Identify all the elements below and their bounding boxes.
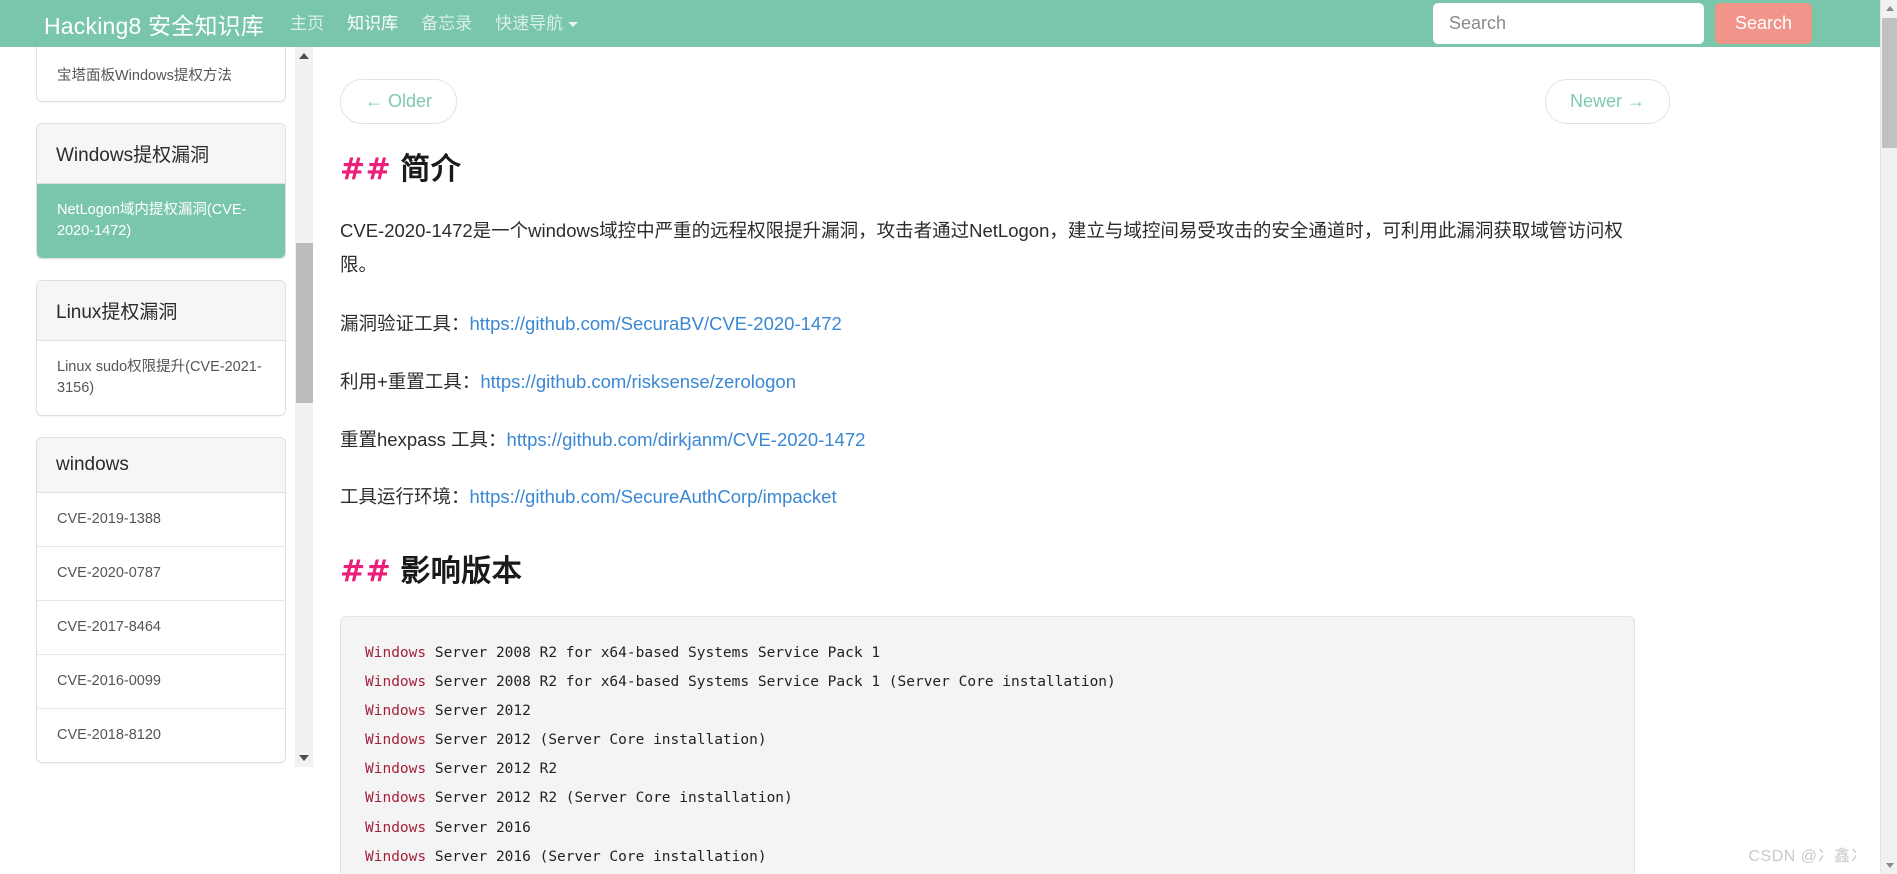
code-line: Windows Server 2012 (Server Core install…	[365, 726, 1610, 755]
tool-link-row-hexpass: 重置hexpass 工具：https://github.com/dirkjanm…	[340, 425, 1670, 455]
code-line-text: Server 2012	[426, 702, 531, 719]
sidebar-scroll-up-arrow-icon[interactable]	[295, 47, 313, 65]
code-line-text: Server 2008 R2 for x64-based Systems Ser…	[426, 673, 1116, 690]
browser-scrollbar[interactable]	[1880, 0, 1897, 874]
chevron-down-icon	[568, 22, 579, 27]
code-line-text: Server 2016 (Server Core installation)	[426, 848, 767, 865]
sidebar-card-header-windows: windows	[37, 438, 285, 494]
code-keyword: Windows	[365, 761, 427, 778]
csdn-watermark: CSDN @冫鑫冫	[1748, 848, 1867, 865]
code-line: Windows Server 2016 (Server Core install…	[365, 843, 1610, 872]
pager: ← Older Newer →	[340, 79, 1670, 124]
nav-link-quick-nav[interactable]: 快速导航	[495, 0, 579, 47]
code-line: Windows Server 2008 R2 for x64-based Sys…	[365, 668, 1610, 697]
sidebar-item-netlogon-cve-2020-1472[interactable]: NetLogon域内提权漏洞(CVE-2020-1472)	[37, 184, 285, 259]
tool-link-row-exploit-reset: 利用+重置工具：https://github.com/risksense/zer…	[340, 367, 1670, 397]
nav-search-group: Search	[1432, 3, 1880, 44]
tool-link-exploit-reset[interactable]: https://github.com/risksense/zerologon	[480, 371, 796, 392]
affected-versions-code-block: Windows Server 2008 R2 for x64-based Sys…	[340, 615, 1635, 874]
code-keyword: Windows	[365, 702, 427, 719]
code-line-text: Server 2012 (Server Core installation)	[426, 732, 767, 749]
tool-link-label-verify: 漏洞验证工具：	[340, 313, 470, 335]
heading-hash-prefix: ##	[340, 152, 392, 187]
heading-text: 简介	[400, 153, 462, 186]
sidebar-card-linux-privesc: Linux提权漏洞 Linux sudo权限提升(CVE-2021-3156)	[36, 280, 286, 417]
nav-link-memo[interactable]: 备忘录	[421, 0, 472, 47]
sidebar-scroll-content: 宝塔面板Windows提权方法 Windows提权漏洞 NetLogon域内提权…	[36, 47, 286, 784]
tool-link-runtime[interactable]: https://github.com/SecureAuthCorp/impack…	[470, 486, 837, 507]
heading-hash-prefix-2: ##	[340, 553, 392, 589]
tool-link-label-hexpass: 重置hexpass 工具：	[340, 428, 507, 450]
newer-button[interactable]: Newer →	[1544, 79, 1670, 124]
scroll-up-arrow-icon[interactable]	[1881, 0, 1897, 17]
tool-link-row-runtime: 工具运行环境：https://github.com/SecureAuthCorp…	[340, 482, 1670, 512]
sidebar-item-cve-2017-8464[interactable]: CVE-2017-8464	[37, 601, 285, 656]
code-line-text: Server 2016	[426, 819, 531, 836]
browser-scrollbar-thumb[interactable]	[1882, 18, 1897, 148]
top-navbar: Hacking8 安全知识库 主页 知识库 备忘录 快速导航 Search	[0, 0, 1880, 47]
older-button[interactable]: ← Older	[340, 79, 458, 124]
tool-link-row-verify: 漏洞验证工具：https://github.com/SecuraBV/CVE-2…	[340, 309, 1670, 339]
sidebar-card-windows: windows CVE-2019-1388 CVE-2020-0787 CVE-…	[36, 437, 286, 764]
code-line: Windows Server 2016	[365, 814, 1610, 843]
sidebar-card-header-linux-privesc: Linux提权漏洞	[37, 281, 285, 342]
tool-link-hexpass[interactable]: https://github.com/dirkjanm/CVE-2020-147…	[507, 429, 866, 450]
code-keyword: Windows	[365, 848, 427, 865]
sidebar-card-partial-top: 宝塔面板Windows提权方法	[36, 47, 286, 102]
code-keyword: Windows	[365, 819, 427, 836]
code-keyword: Windows	[365, 732, 427, 749]
section-heading-affected-versions: ## 影响版本	[340, 546, 1670, 590]
sidebar-item-cve-2020-0787[interactable]: CVE-2020-0787	[37, 547, 285, 602]
code-line: Windows Server 2012 R2	[365, 755, 1610, 784]
main-content: ← Older Newer → ## 简介 CVE-2020-1472是一个win…	[340, 47, 1670, 874]
scroll-down-arrow-icon[interactable]	[1881, 857, 1897, 874]
code-line: Windows Server 2008 R2 for x64-based Sys…	[365, 639, 1610, 668]
section-heading-intro: ## 简介	[340, 144, 1670, 188]
sidebar-item-linux-sudo-cve-2021-3156[interactable]: Linux sudo权限提升(CVE-2021-3156)	[37, 341, 285, 415]
code-keyword: Windows	[365, 644, 427, 661]
code-line: Windows Server 2012	[365, 697, 1610, 726]
search-input[interactable]	[1432, 3, 1704, 44]
tool-link-verify[interactable]: https://github.com/SecuraBV/CVE-2020-147…	[470, 313, 842, 334]
sidebar-card-windows-privesc: Windows提权漏洞 NetLogon域内提权漏洞(CVE-2020-1472…	[36, 123, 286, 260]
tool-link-label-exploit-reset: 利用+重置工具：	[340, 370, 481, 392]
sidebar: 宝塔面板Windows提权方法 Windows提权漏洞 NetLogon域内提权…	[36, 47, 286, 874]
sidebar-scrollbar-thumb[interactable]	[296, 243, 313, 403]
code-line-text: Server 2012 R2	[426, 761, 558, 778]
sidebar-item-cve-2018-8120[interactable]: CVE-2018-8120	[37, 709, 285, 762]
code-keyword: Windows	[365, 673, 427, 690]
nav-link-home[interactable]: 主页	[290, 0, 324, 47]
nav-links: 主页 知识库 备忘录 快速导航	[290, 0, 579, 47]
intro-paragraph: CVE-2020-1472是一个windows域控中严重的远程权限提升漏洞，攻击…	[340, 220, 1623, 275]
sidebar-item-cve-2019-1388[interactable]: CVE-2019-1388	[37, 493, 285, 548]
sidebar-scrollbar[interactable]	[295, 47, 313, 767]
tool-link-label-runtime: 工具运行环境：	[340, 486, 470, 508]
nav-link-quick-nav-label: 快速导航	[495, 14, 564, 33]
code-line-text: Server 2012 R2 (Server Core installation…	[426, 790, 793, 807]
sidebar-scroll-down-arrow-icon[interactable]	[295, 749, 313, 767]
code-keyword: Windows	[365, 790, 427, 807]
sidebar-item-baota-windows-privesc[interactable]: 宝塔面板Windows提权方法	[37, 47, 285, 101]
nav-link-knowledge-base[interactable]: 知识库	[347, 0, 398, 47]
heading-text-2: 影响版本	[400, 554, 523, 588]
code-line-text: Server 2008 R2 for x64-based Systems Ser…	[426, 644, 881, 661]
sidebar-card-header-windows-privesc: Windows提权漏洞	[37, 124, 285, 184]
sidebar-item-cve-2016-0099[interactable]: CVE-2016-0099	[37, 655, 285, 710]
code-line: Windows Server 2012 R2 (Server Core inst…	[365, 784, 1610, 813]
site-brand[interactable]: Hacking8 安全知识库	[44, 7, 264, 41]
page-root: Hacking8 安全知识库 主页 知识库 备忘录 快速导航 Search 宝塔…	[0, 0, 1897, 874]
search-button[interactable]: Search	[1714, 3, 1812, 44]
